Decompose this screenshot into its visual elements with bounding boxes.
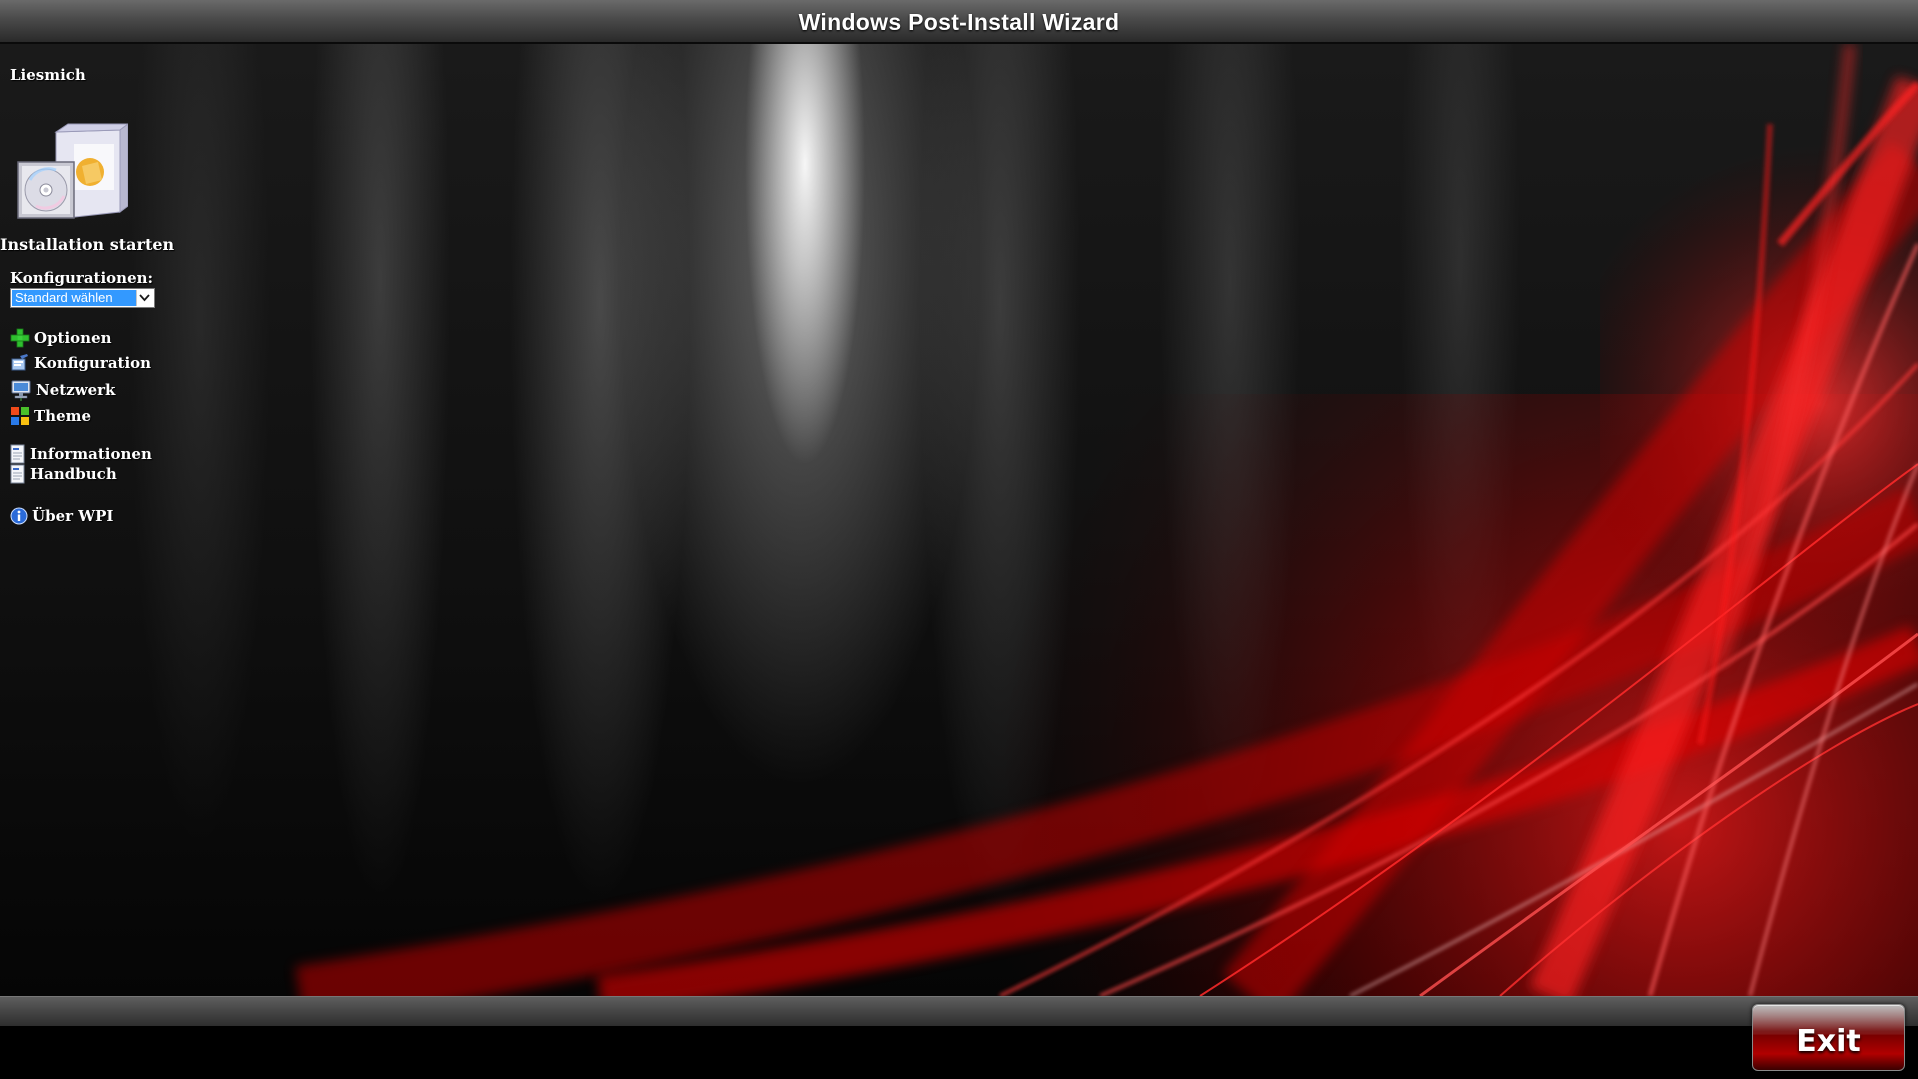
documents-group: Informationen Handbuch	[10, 444, 152, 484]
green-plus-icon	[10, 328, 30, 348]
menu-item-label: Handbuch	[30, 465, 117, 483]
menu-item-handbuch[interactable]: Handbuch	[10, 464, 152, 484]
menu-item-netzwerk[interactable]: Netzwerk	[10, 379, 115, 401]
document-icon	[10, 444, 25, 464]
menu-item-informationen[interactable]: Informationen	[10, 444, 152, 464]
menu-item-label: Optionen	[34, 329, 112, 347]
menu-item-theme[interactable]: Theme	[10, 406, 91, 426]
menu-item-label: Theme	[34, 407, 92, 425]
menu-item-label: Konfiguration	[34, 354, 152, 372]
install-start-button[interactable]: Installation starten	[0, 116, 174, 256]
config-pen-icon	[11, 354, 28, 371]
title-bar: Windows Post-Install Wizard	[0, 0, 1918, 44]
background-wallpaper	[0, 44, 1918, 996]
exit-button[interactable]: Exit	[1752, 1004, 1905, 1071]
network-computer-icon	[11, 380, 31, 401]
document-icon	[10, 464, 25, 484]
menu-item-label: Netzwerk	[36, 381, 116, 399]
chevron-down-icon[interactable]	[136, 290, 153, 306]
wpi-window: Windows Post-Install Wizard Liesmich Ins…	[0, 0, 1918, 1079]
menu-item-about[interactable]: Über WPI	[10, 507, 113, 525]
info-icon	[10, 507, 28, 525]
bottom-bar	[0, 996, 1918, 1027]
red-light-streaks	[295, 44, 1918, 996]
menu-item-label: Über WPI	[32, 507, 114, 525]
readme-link[interactable]: Liesmich	[10, 66, 86, 84]
configurations-label: Konfigurationen:	[10, 269, 154, 287]
footer-area	[0, 1026, 1918, 1079]
menu-item-konfiguration[interactable]: Konfiguration	[10, 353, 151, 373]
windows-flag-icon	[11, 407, 29, 425]
install-start-label: Installation starten	[0, 235, 175, 254]
software-box-cd-icon	[17, 123, 128, 219]
menu-item-label: Informationen	[30, 445, 152, 463]
menu-item-optionen[interactable]: Optionen	[10, 328, 112, 348]
window-title: Windows Post-Install Wizard	[798, 8, 1120, 35]
configurations-select[interactable]: Standard wählen	[10, 288, 155, 308]
configurations-selected-value: Standard wählen	[12, 290, 136, 306]
